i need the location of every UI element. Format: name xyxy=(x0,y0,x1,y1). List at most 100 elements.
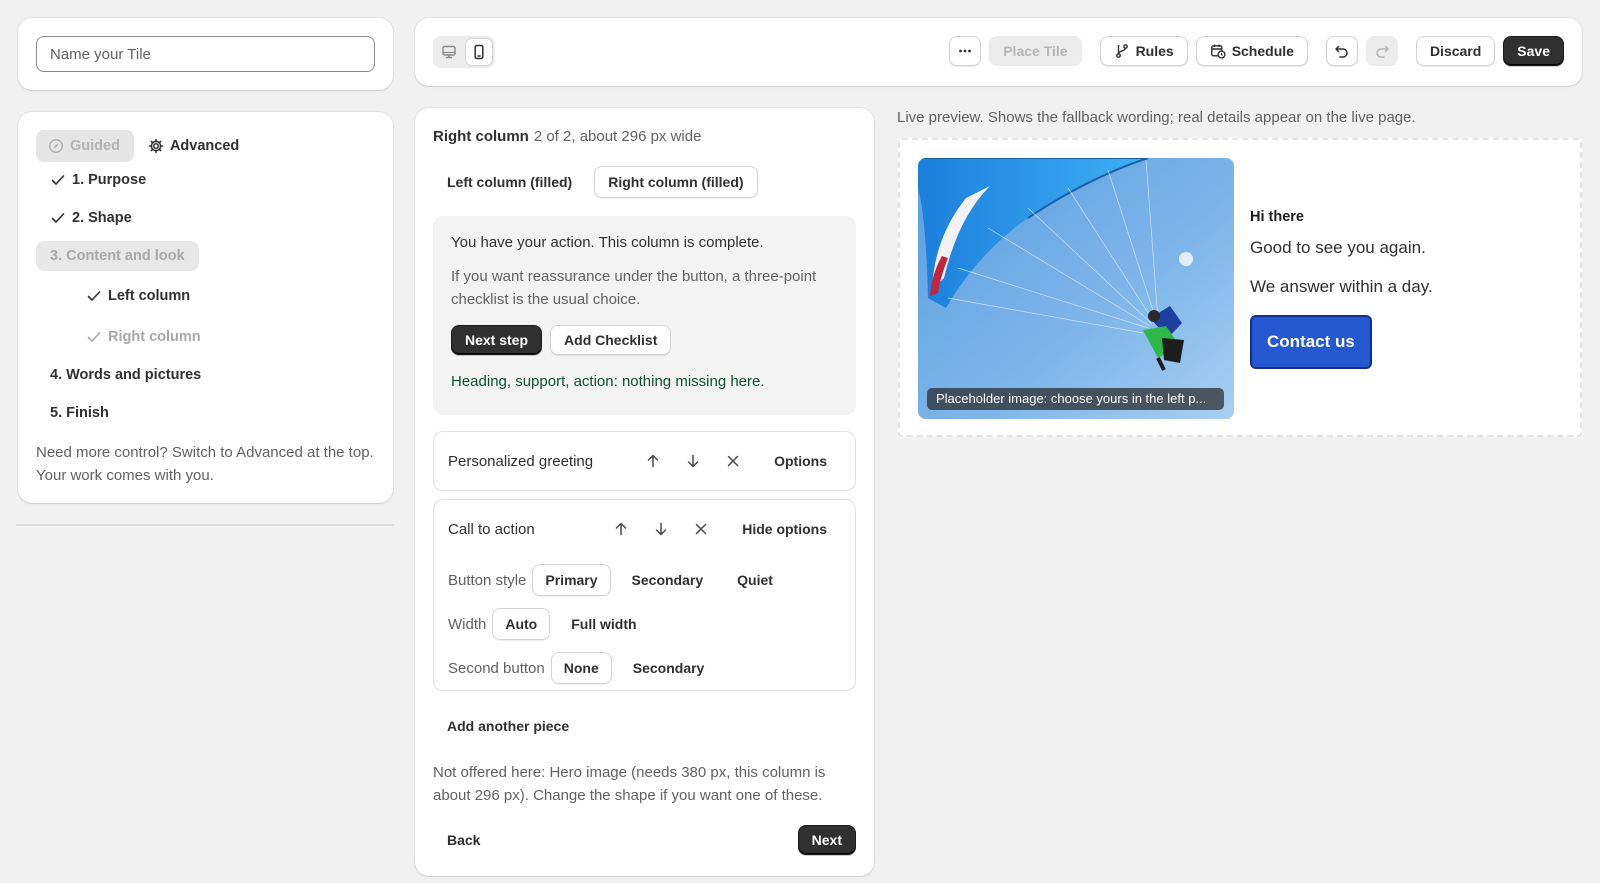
second-button-label: Second button xyxy=(448,659,545,677)
advanced-label: Advanced xyxy=(169,138,240,154)
step-label: 5. Finish xyxy=(50,405,109,421)
arrow-up-icon xyxy=(615,522,627,536)
steps-help-text: Need more control? Switch to Advanced at… xyxy=(36,444,374,484)
checkmark-icon xyxy=(51,213,65,223)
remove-button[interactable] xyxy=(686,514,716,544)
step-words-and-pictures[interactable]: 4. Words and pictures xyxy=(36,360,215,390)
width-row: Width Auto Full width xyxy=(434,602,855,646)
add-checklist-button[interactable]: Add Checklist xyxy=(550,325,672,355)
place-tile-button[interactable]: Place Tile xyxy=(989,36,1082,66)
advanced-mode-button[interactable]: Advanced xyxy=(148,130,253,162)
hero-image: Placeholder image: choose yours in the l… xyxy=(918,158,1234,419)
tab-left-column[interactable]: Left column (filled) xyxy=(433,166,586,198)
preview-greeting: Hi there xyxy=(1250,209,1304,225)
button-style-row: Button style Primary Secondary Quiet xyxy=(434,558,855,602)
back-button[interactable]: Back xyxy=(433,825,494,855)
toolbar-actions: Place Tile Rules Schedule Discard Save xyxy=(949,36,1564,66)
step-label: 4. Words and pictures xyxy=(50,367,202,383)
tab-right-column[interactable]: Right column (filled) xyxy=(594,166,758,198)
step-label: 2. Shape xyxy=(72,210,132,226)
arrow-down-icon xyxy=(655,522,667,536)
piece-call-to-action: Call to action Hide options Button style… xyxy=(433,499,856,691)
width-label: Width xyxy=(448,615,487,633)
mode-toggle: Guided Advanced xyxy=(36,130,253,162)
step-label: Right column xyxy=(108,329,201,345)
button-style-secondary[interactable]: Secondary xyxy=(619,564,717,596)
gear-icon xyxy=(148,138,164,154)
next-button[interactable]: Next xyxy=(797,825,856,855)
guided-label: Guided xyxy=(70,138,120,154)
not-offered-note: Not offered here: Hero image (needs 380 … xyxy=(433,764,826,804)
button-style-label: Button style xyxy=(448,571,527,589)
save-button[interactable]: Save xyxy=(1503,36,1564,66)
paraglider-image xyxy=(918,158,1234,419)
close-icon xyxy=(727,455,739,467)
undo-button[interactable] xyxy=(1325,36,1358,66)
remove-button[interactable] xyxy=(718,446,748,476)
step-purpose[interactable]: 1. Purpose xyxy=(36,165,160,195)
more-actions-button[interactable] xyxy=(949,36,982,66)
rules-label: Rules xyxy=(1135,43,1174,59)
step-label: Left column xyxy=(108,288,191,304)
mobile-view-button[interactable] xyxy=(464,38,493,66)
column-title: Right column xyxy=(433,128,529,145)
redo-icon xyxy=(1376,45,1389,58)
toolbar: Place Tile Rules Schedule Discard Save xyxy=(415,18,1582,86)
status-hint: If you want reassurance under the button… xyxy=(451,268,817,308)
preview-line-2: We answer within a day. xyxy=(1250,277,1433,296)
tile-name-input[interactable] xyxy=(36,36,375,72)
step-shape[interactable]: 2. Shape xyxy=(36,203,146,233)
piece-title: Call to action xyxy=(448,520,535,538)
column-meta: 2 of 2, about 296 px wide xyxy=(533,128,702,145)
tile-name-card xyxy=(18,18,393,90)
preview-note: Live preview. Shows the fallback wording… xyxy=(897,109,1416,126)
desktop-icon xyxy=(442,45,456,59)
column-tabs: Left column (filled) Right column (fille… xyxy=(433,166,758,198)
contact-us-button[interactable]: Contact us xyxy=(1250,315,1372,369)
piece-personalized-greeting: Personalized greeting Options xyxy=(433,431,856,491)
column-header: Right column 2 of 2, about 296 px wide xyxy=(433,128,701,145)
second-button-secondary[interactable]: Secondary xyxy=(620,652,718,684)
piece-title: Personalized greeting xyxy=(448,452,594,470)
next-step-button[interactable]: Next step xyxy=(451,325,543,355)
hide-options-button[interactable]: Hide options xyxy=(728,514,841,544)
checkmark-icon xyxy=(51,175,65,185)
image-caption: Placeholder image: choose yours in the l… xyxy=(927,388,1224,410)
width-full[interactable]: Full width xyxy=(558,608,649,640)
steps-panel: Guided Advanced 1. Purpose 2. Shape 3. C… xyxy=(18,112,393,503)
schedule-label: Schedule xyxy=(1231,43,1294,59)
second-button-row: Second button None Secondary xyxy=(434,646,855,690)
discard-button[interactable]: Discard xyxy=(1415,36,1496,66)
status-actions: Next step Add Checklist xyxy=(451,325,838,355)
desktop-view-button[interactable] xyxy=(435,38,463,66)
options-button[interactable]: Options xyxy=(760,446,841,476)
undo-icon xyxy=(1335,45,1348,58)
rules-button[interactable]: Rules xyxy=(1099,36,1188,66)
preview-line-1: Good to see you again. xyxy=(1250,238,1426,257)
move-up-button[interactable] xyxy=(606,514,636,544)
compass-icon xyxy=(48,138,64,154)
button-style-quiet[interactable]: Quiet xyxy=(724,564,786,596)
width-auto[interactable]: Auto xyxy=(492,608,551,640)
column-status-box: You have your action. This column is com… xyxy=(433,216,856,415)
calendar-clock-icon xyxy=(1210,44,1226,59)
redo-button[interactable] xyxy=(1365,36,1398,66)
move-down-button[interactable] xyxy=(646,514,676,544)
status-line: You have your action. This column is com… xyxy=(451,234,764,251)
step-label: 3. Content and look xyxy=(50,248,185,264)
live-preview: Placeholder image: choose yours in the l… xyxy=(898,138,1582,437)
step-left-column[interactable]: Left column xyxy=(70,281,204,311)
checkmark-icon xyxy=(87,332,101,342)
more-horizontal-icon xyxy=(959,49,972,53)
button-style-primary[interactable]: Primary xyxy=(532,564,611,596)
add-another-piece-button[interactable]: Add another piece xyxy=(433,711,583,741)
step-finish[interactable]: 5. Finish xyxy=(36,398,123,428)
move-down-button[interactable] xyxy=(678,446,708,476)
guided-mode-button[interactable]: Guided xyxy=(36,130,134,162)
second-button-none[interactable]: None xyxy=(550,652,612,684)
move-up-button[interactable] xyxy=(638,446,668,476)
step-right-column[interactable]: Right column xyxy=(70,322,215,352)
step-label: 1. Purpose xyxy=(72,172,147,188)
schedule-button[interactable]: Schedule xyxy=(1195,36,1308,66)
step-content-and-look[interactable]: 3. Content and look xyxy=(36,241,199,271)
